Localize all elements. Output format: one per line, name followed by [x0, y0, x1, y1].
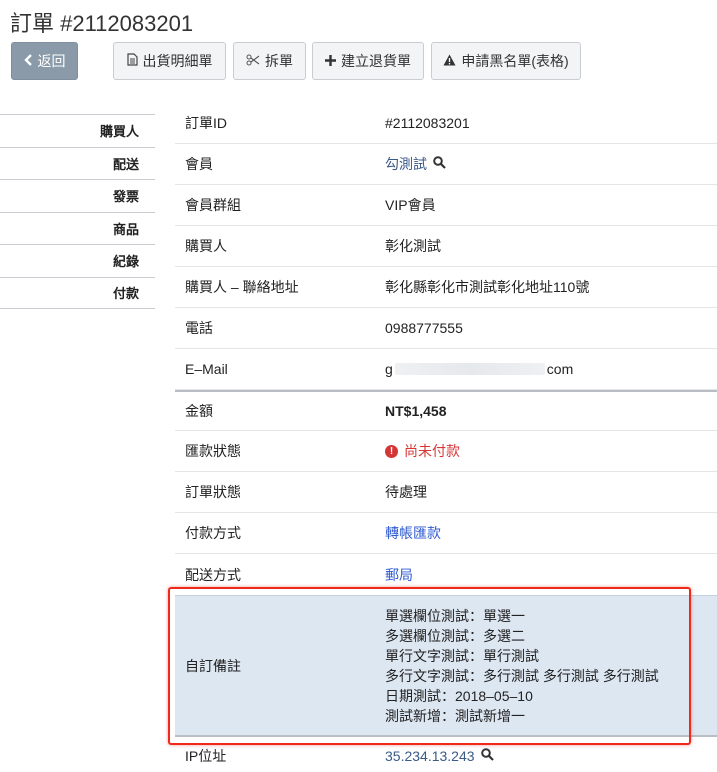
split-order-button[interactable]: 拆單 [233, 42, 306, 80]
row-order-id: 訂單ID #2112083201 [175, 103, 717, 144]
warning-icon [443, 54, 456, 69]
create-return-button[interactable]: 建立退貨單 [312, 42, 424, 80]
exclamation-circle-icon: ! [385, 444, 398, 458]
shipping-method-link[interactable]: 郵局 [385, 565, 413, 585]
value-order-id: #2112083201 [385, 115, 470, 131]
label-shipping-method: 配送方式 [185, 566, 241, 583]
value-buyer: 彰化測試 [385, 238, 441, 254]
email-prefix: g [385, 361, 393, 377]
ip-link[interactable]: 35.234.13.243 [385, 748, 475, 764]
label-remit-status: 匯款狀態 [185, 443, 241, 459]
back-button-label: 返回 [37, 53, 66, 69]
member-link[interactable]: 勾測試 [385, 154, 427, 174]
label-payment-method: 付款方式 [185, 525, 241, 541]
side-nav-item-shipping[interactable]: 配送 [0, 146, 155, 180]
row-member-group: 會員群組 VIP會員 [175, 185, 717, 226]
order-detail-table: 訂單ID #2112083201 會員 勾測試 會員群組 VIP會員 購買人 彰… [175, 103, 717, 772]
create-return-label: 建立退貨單 [341, 53, 411, 69]
document-icon [126, 53, 138, 69]
label-order-status: 訂單狀態 [185, 484, 241, 500]
payment-method-link[interactable]: 轉帳匯款 [385, 523, 441, 543]
value-amount: NT$1,458 [385, 403, 447, 419]
label-email: E–Mail [185, 361, 228, 377]
page-title: 訂單 #2112083201 [10, 11, 194, 36]
value-payment-method-wrap: 轉帳匯款 [385, 513, 717, 553]
member-search-icon[interactable] [433, 156, 446, 172]
row-address: 購買人 – 聯絡地址 彰化縣彰化市測試彰化地址110號 [175, 267, 717, 308]
label-phone: 電話 [185, 320, 213, 336]
row-ip: IP位址 35.234.13.243 [175, 737, 717, 772]
split-order-label: 拆單 [265, 53, 293, 69]
shipping-detail-button[interactable]: 出貨明細單 [113, 42, 226, 80]
label-custom-note: 自訂備註 [185, 657, 241, 674]
email-suffix: com [546, 361, 574, 377]
value-custom-note: 單選欄位測試：單選一 多選欄位測試：多選二 單行文字測試：單行測試 多行文字測試… [385, 596, 717, 735]
back-button[interactable]: 返回 [11, 42, 78, 80]
custom-note-line: 多選欄位測試：多選二 [385, 627, 525, 644]
value-phone: 0988777555 [385, 320, 463, 336]
blacklist-request-button[interactable]: 申請黑名單(表格) [431, 42, 581, 80]
value-ip-wrap: 35.234.13.243 [385, 737, 717, 772]
side-nav-item-payment[interactable]: 付款 [0, 276, 155, 309]
toolbar: 返回 出貨明細單 拆單 建立退貨單 申請黑名單(表格) [11, 42, 711, 80]
row-payment-method: 付款方式 轉帳匯款 [175, 513, 717, 554]
value-email: g com [385, 349, 717, 389]
label-buyer: 購買人 [185, 238, 227, 254]
side-nav-item-invoice[interactable]: 發票 [0, 179, 155, 212]
custom-note-line: 測試新增：測試新增一 [385, 707, 525, 724]
blacklist-request-label: 申請黑名單(表格) [461, 53, 569, 69]
shipping-detail-label: 出貨明細單 [142, 53, 213, 69]
custom-note-line: 單行文字測試：單行測試 [385, 647, 539, 664]
email-redaction [394, 363, 545, 375]
side-nav: 購買人 配送 發票 商品 紀錄 付款 [0, 114, 155, 309]
custom-note-line: 日期測試：2018–05–10 [385, 687, 533, 704]
row-email: E–Mail g com [175, 349, 717, 390]
value-remit-status-wrap: ! 尚未付款 [385, 431, 717, 471]
row-buyer: 購買人 彰化測試 [175, 226, 717, 267]
row-phone: 電話 0988777555 [175, 308, 717, 349]
value-address: 彰化縣彰化市測試彰化地址110號 [385, 279, 590, 295]
plus-icon [325, 54, 336, 69]
label-member-group: 會員群組 [185, 197, 241, 213]
scissors-icon [246, 54, 260, 69]
value-order-status: 待處理 [385, 484, 427, 500]
label-member: 會員 [185, 156, 213, 172]
value-member-group: VIP會員 [385, 197, 436, 213]
side-nav-item-records[interactable]: 紀錄 [0, 244, 155, 277]
side-nav-item-buyer[interactable]: 購買人 [0, 114, 155, 147]
value-remit-status: 尚未付款 [404, 443, 460, 459]
side-nav-item-products[interactable]: 商品 [0, 211, 155, 245]
row-order-status: 訂單狀態 待處理 [175, 472, 717, 513]
row-custom-note: 自訂備註 單選欄位測試：單選一 多選欄位測試：多選二 單行文字測試：單行測試 多… [175, 595, 717, 737]
label-order-id: 訂單ID [185, 115, 227, 131]
row-member: 會員 勾測試 [175, 144, 717, 185]
ip-search-icon[interactable] [480, 748, 494, 764]
label-ip: IP位址 [185, 748, 227, 764]
custom-note-line: 多行文字測試：多行測試 多行測試 多行測試 [385, 667, 659, 684]
chevron-left-icon [23, 53, 33, 69]
row-shipping-method: 配送方式 郵局 [175, 554, 717, 595]
value-member-wrap: 勾測試 [385, 144, 717, 184]
row-remit-status: 匯款狀態 ! 尚未付款 [175, 431, 717, 472]
custom-note-line: 單選欄位測試：單選一 [385, 607, 525, 624]
label-amount: 金額 [185, 403, 213, 419]
row-amount: 金額 NT$1,458 [175, 390, 717, 431]
label-address: 購買人 – 聯絡地址 [185, 279, 299, 295]
value-shipping-method-wrap: 郵局 [385, 554, 717, 595]
